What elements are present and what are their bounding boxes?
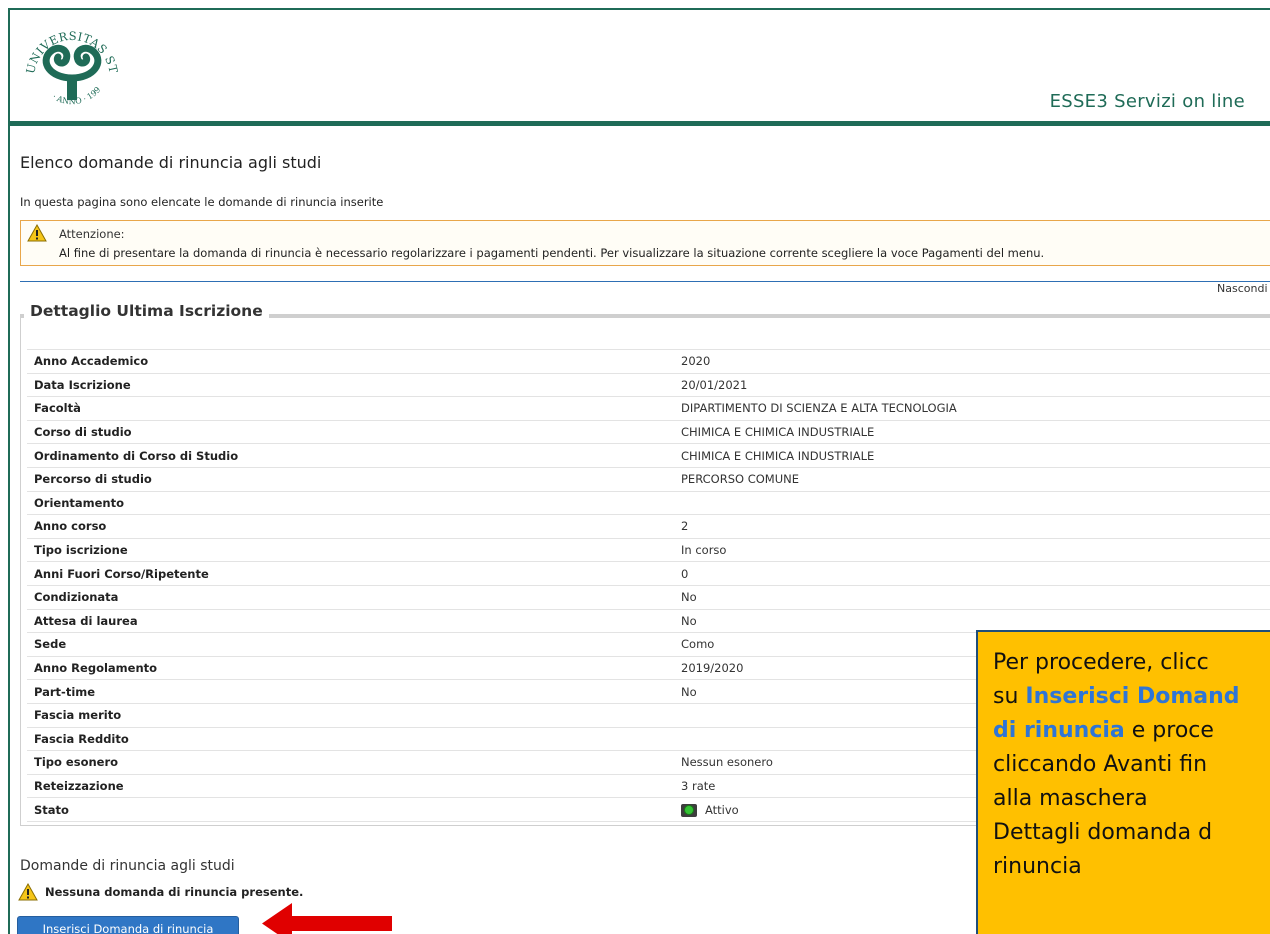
- header: UNIVERSITAS STUDIORUM INSUBRIAE · ANNO ·…: [10, 10, 1270, 126]
- separator: [20, 281, 1270, 282]
- table-row: Percorso di studio PERCORSO COMUNE: [27, 466, 1270, 492]
- row-label: Ordinamento di Corso di Studio: [27, 443, 674, 468]
- row-value: [674, 490, 1270, 516]
- hide-details-link[interactable]: Nascondi d: [1217, 282, 1270, 295]
- warning-title: Attenzione:: [59, 227, 125, 241]
- warning-text: Al fine di presentare la domanda di rinu…: [59, 246, 1045, 260]
- warning-icon: [27, 224, 47, 242]
- row-label: Data Iscrizione: [27, 372, 674, 398]
- row-label: Fascia merito: [27, 702, 674, 728]
- no-requests-message: Nessuna domanda di rinuncia presente.: [45, 885, 304, 899]
- table-row: Anni Fuori Corso/Ripetente 0: [27, 561, 1270, 586]
- table-row: Anno corso 2: [27, 514, 1270, 539]
- row-label: Orientamento: [27, 490, 674, 516]
- row-label: Anno Regolamento: [27, 655, 674, 681]
- callout-line: Dettagli domanda d: [993, 820, 1213, 845]
- row-label: Tipo iscrizione: [27, 537, 674, 563]
- callout-line: su Inserisci Domand: [993, 684, 1240, 709]
- row-value: 20/01/2021: [674, 372, 1270, 398]
- instruction-callout: Per procedere, clicc su Inserisci Domand…: [976, 630, 1270, 934]
- university-logo[interactable]: UNIVERSITAS STUDIORUM INSUBRIAE · ANNO ·…: [20, 14, 124, 118]
- status-text: Attivo: [705, 802, 739, 817]
- row-value: DIPARTIMENTO DI SCIENZA E ALTA TECNOLOGI…: [674, 396, 1270, 421]
- table-row: Data Iscrizione 20/01/2021: [27, 372, 1270, 398]
- status-indicator-icon: [681, 803, 697, 817]
- insert-request-button[interactable]: Inserisci Domanda di rinuncia: [17, 916, 239, 934]
- table-row: Facoltà DIPARTIMENTO DI SCIENZA E ALTA TE…: [27, 396, 1270, 421]
- row-label: Condizionata: [27, 584, 674, 610]
- row-label: Fascia Reddito: [27, 726, 674, 752]
- page-intro: In questa pagina sono elencate le domand…: [20, 195, 384, 209]
- page-frame: UNIVERSITAS STUDIORUM INSUBRIAE · ANNO ·…: [8, 8, 1270, 934]
- enrollment-details-legend: Dettaglio Ultima Iscrizione: [24, 302, 269, 320]
- row-label: Tipo esonero: [27, 750, 674, 775]
- row-label: Corso di studio: [27, 419, 674, 445]
- row-label: Stato: [27, 797, 674, 822]
- svg-text:UNIVERSITAS STUDIORUM INSUBRIA: UNIVERSITAS STUDIORUM INSUBRIAE: [20, 14, 121, 75]
- page-title: Elenco domande di rinuncia agli studi: [20, 153, 322, 172]
- arrow-left-icon: [262, 903, 392, 934]
- row-label: Anno corso: [27, 514, 674, 539]
- row-value: CHIMICA E CHIMICA INDUSTRIALE: [674, 419, 1270, 445]
- callout-line: alla maschera: [993, 786, 1148, 811]
- row-value: 0: [674, 561, 1270, 586]
- callout-highlight: di rinuncia: [993, 718, 1125, 743]
- row-label: Anni Fuori Corso/Ripetente: [27, 561, 674, 586]
- table-row: Tipo iscrizione In corso: [27, 537, 1270, 563]
- requests-section-title: Domande di rinuncia agli studi: [20, 858, 235, 874]
- row-label: Sede: [27, 632, 674, 657]
- service-title: ESSE3 Servizi on line: [1049, 91, 1245, 112]
- table-row: Corso di studio CHIMICA E CHIMICA INDUSTR…: [27, 419, 1270, 445]
- table-row: Ordinamento di Corso di Studio CHIMICA E …: [27, 443, 1270, 468]
- row-value: PERCORSO COMUNE: [674, 466, 1270, 492]
- row-label: Anno Accademico: [27, 349, 674, 374]
- row-label: Percorso di studio: [27, 466, 674, 492]
- callout-line: Per procedere, clicc: [993, 650, 1209, 675]
- row-label: Reteizzazione: [27, 773, 674, 799]
- callout-line: cliccando Avanti fin: [993, 752, 1208, 777]
- row-value: 2020: [674, 349, 1270, 374]
- row-label: Attesa di laurea: [27, 608, 674, 634]
- callout-line: di rinuncia e proce: [993, 718, 1214, 743]
- row-value: No: [674, 584, 1270, 610]
- warning-icon: [18, 883, 38, 901]
- warning-box: Attenzione: Al fine di presentare la dom…: [20, 220, 1270, 266]
- row-value: 2: [674, 514, 1270, 539]
- table-row: Orientamento: [27, 490, 1270, 516]
- table-row: Condizionata No: [27, 584, 1270, 610]
- row-value: CHIMICA E CHIMICA INDUSTRIALE: [674, 443, 1270, 468]
- callout-line: rinuncia: [993, 854, 1082, 879]
- callout-highlight: Inserisci Domand: [1025, 684, 1240, 709]
- row-label: Part-time: [27, 679, 674, 704]
- table-row: Anno Accademico 2020: [27, 349, 1270, 374]
- row-value: In corso: [674, 537, 1270, 563]
- row-label: Facoltà: [27, 396, 674, 421]
